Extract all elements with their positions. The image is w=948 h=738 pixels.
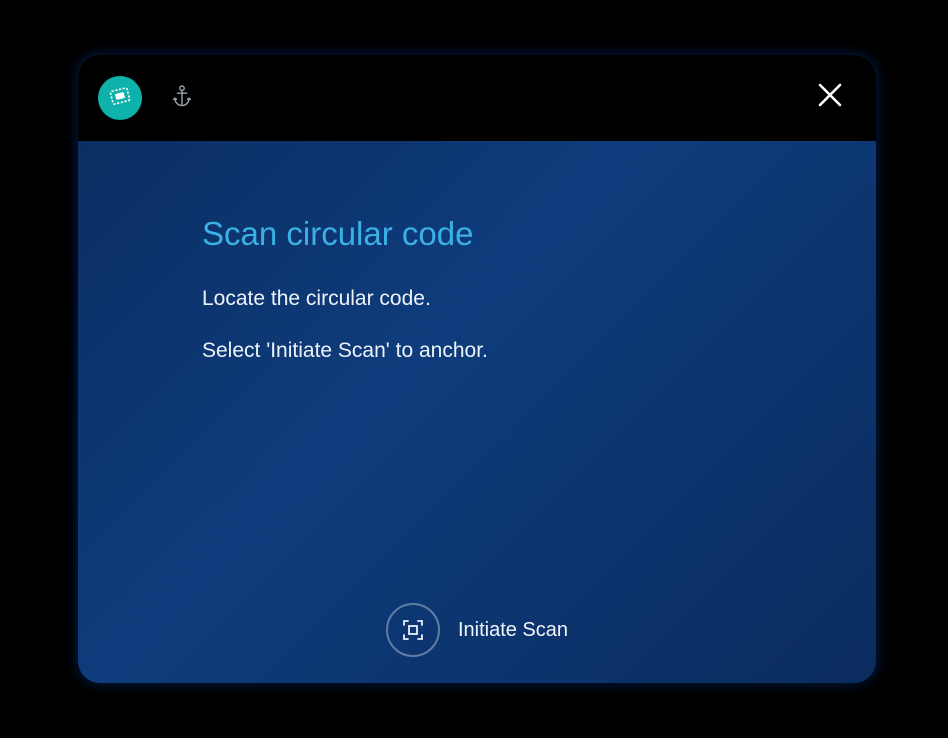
content-area: Scan circular code Locate the circular c… [78,141,876,363]
close-button[interactable] [810,77,850,117]
page-title: Scan circular code [202,215,836,253]
scan-frame-icon [386,603,440,657]
instruction-text: Select 'Initiate Scan' to anchor. [202,339,836,363]
dialog-window: Scan circular code Locate the circular c… [78,55,876,683]
title-bar [78,55,876,141]
initiate-scan-label: Initiate Scan [458,619,568,642]
action-bar: Initiate Scan [78,603,876,657]
initiate-scan-button[interactable]: Initiate Scan [386,603,568,657]
scan-tab[interactable] [98,76,142,120]
chip-icon [107,86,133,111]
close-icon [816,81,844,114]
anchor-icon [172,85,192,112]
anchor-tab[interactable] [160,76,204,120]
instruction-text: Locate the circular code. [202,287,836,311]
